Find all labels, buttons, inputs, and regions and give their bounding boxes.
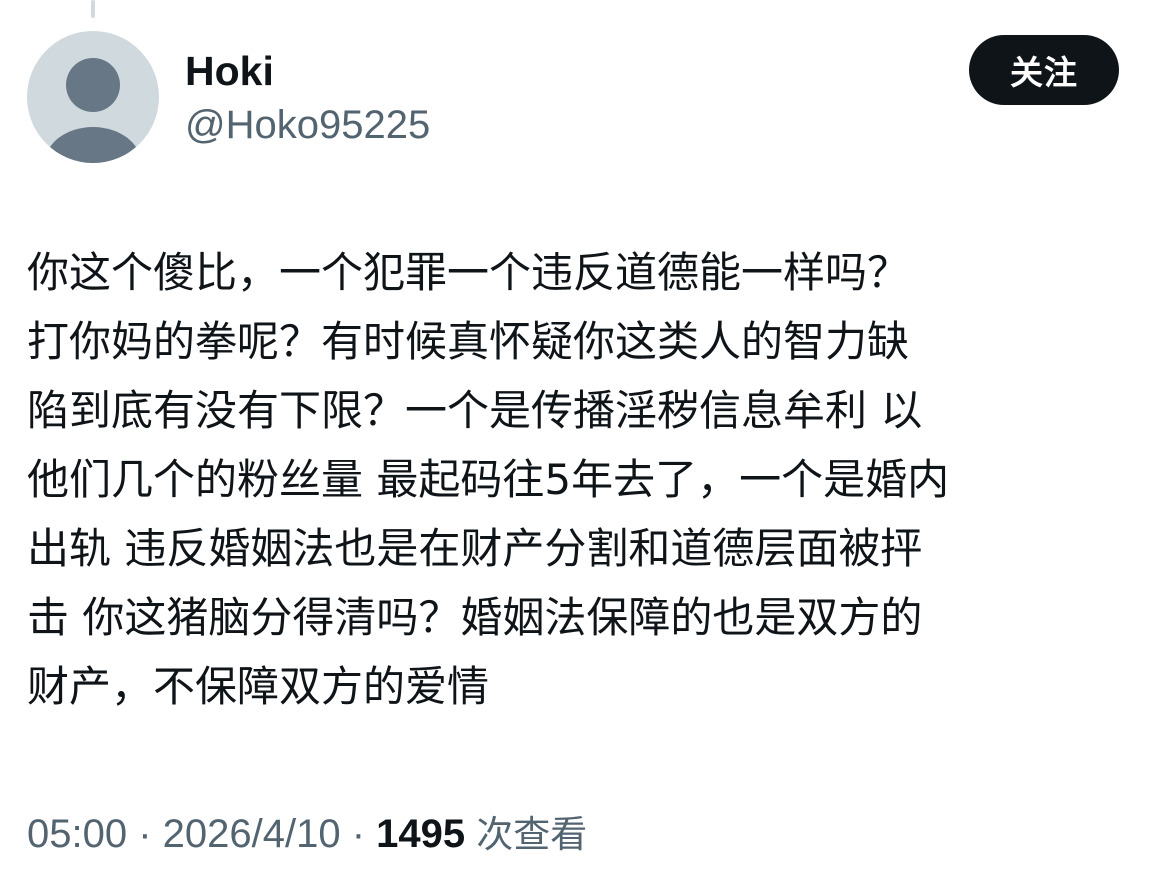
tweet-time[interactable]: 05:00 (27, 812, 127, 856)
user-handle[interactable]: @Hoko95225 (185, 99, 430, 151)
views-count: 1495 (376, 812, 466, 856)
views-label: 次查看 (476, 813, 588, 856)
tweet-date[interactable]: 2026/4/10 (163, 812, 341, 856)
meta-separator: · (340, 812, 377, 856)
default-avatar-icon (45, 58, 141, 163)
thread-connector-line (91, 0, 95, 18)
meta-separator: · (127, 812, 163, 856)
tweet-text: 你这个傻比，一个犯罪一个违反道德能一样吗？ 打你妈的拳呢？有时候真怀疑你这类人的… (27, 248, 950, 711)
follow-button[interactable]: 关注 (969, 35, 1119, 105)
avatar[interactable] (27, 31, 159, 163)
tweet-meta: 05:00 · 2026/4/10 · 1495 次查看 (27, 806, 587, 863)
display-name[interactable]: Hoki (185, 45, 274, 97)
